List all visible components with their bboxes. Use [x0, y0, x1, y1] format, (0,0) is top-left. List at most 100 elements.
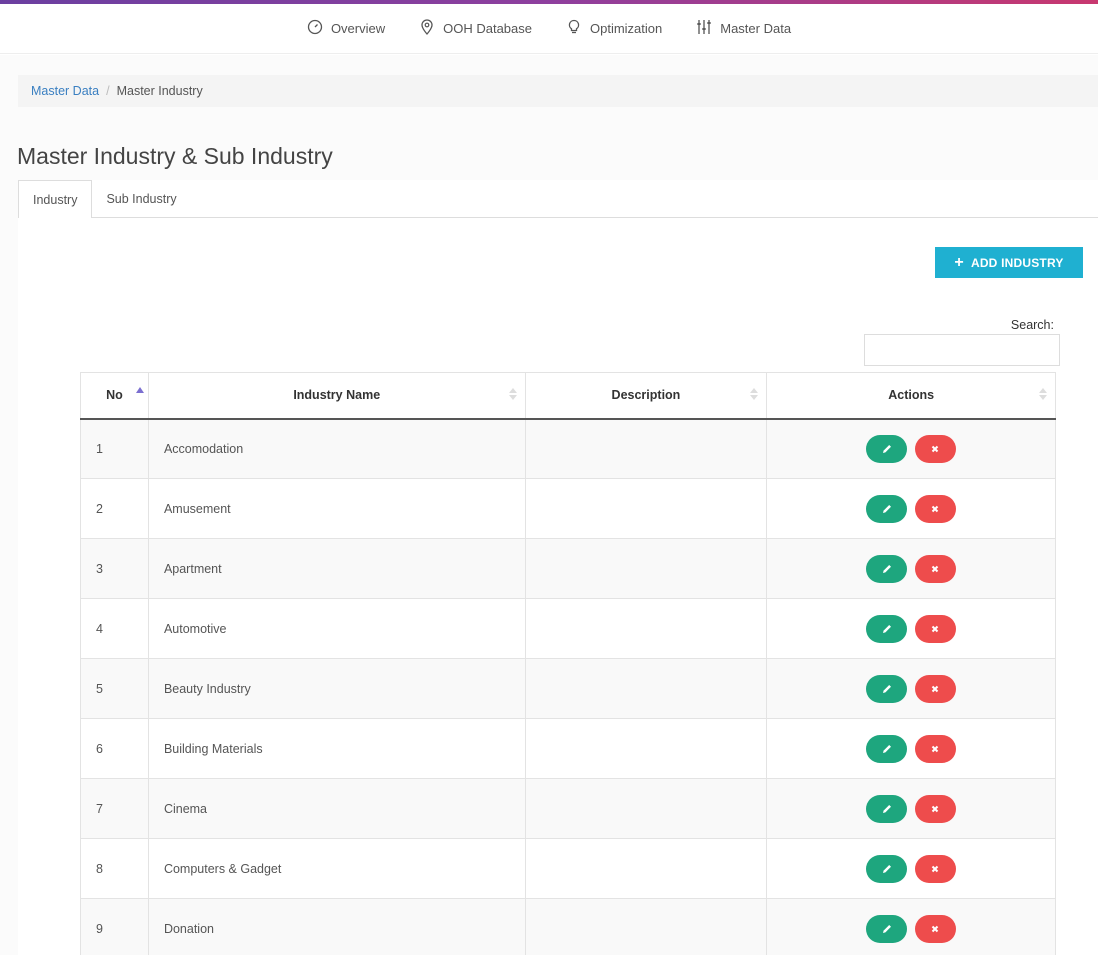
breadcrumb-separator: /: [106, 84, 110, 98]
cell-actions: [766, 718, 1056, 779]
cell-industry-name: Beauty Industry: [147, 658, 526, 719]
sort-icon: [750, 388, 759, 402]
sort-icon: [1039, 388, 1047, 402]
delete-button[interactable]: [914, 794, 956, 823]
nav-item-label: Master Data: [720, 21, 792, 36]
table-body: 1 Accomodation 2 Amusement 3 Apartment 4…: [80, 418, 1056, 955]
edit-button[interactable]: [866, 854, 908, 883]
cell-no: 4: [80, 598, 149, 659]
cell-no: 3: [80, 538, 149, 599]
add-industry-button[interactable]: + ADD INDUSTRY: [935, 247, 1083, 278]
add-industry-label: ADD INDUSTRY: [970, 255, 1064, 270]
pencil-icon: [882, 804, 891, 813]
cell-no: 1: [80, 418, 149, 479]
nav-item-ooh-database[interactable]: OOH Database: [419, 19, 532, 38]
cell-actions: [766, 598, 1056, 659]
table-row: 7 Cinema: [80, 778, 1056, 839]
column-header-industry-name[interactable]: Industry Name: [147, 372, 526, 420]
delete-button[interactable]: [914, 854, 956, 883]
sort-ascending-icon: [135, 387, 144, 393]
nav-item-label: Overview: [330, 21, 386, 36]
nav-item-optimization[interactable]: Optimization: [566, 19, 662, 38]
industry-table: No Industry Name Description Actions 1 A…: [80, 372, 1056, 955]
cell-description: [524, 838, 768, 899]
edit-button[interactable]: [866, 554, 908, 583]
cell-industry-name: Amusement: [147, 478, 526, 539]
sliders-icon: [696, 19, 712, 38]
edit-button[interactable]: [866, 614, 908, 643]
pencil-icon: [882, 924, 891, 933]
column-header-actions[interactable]: Actions: [766, 372, 1056, 420]
table-row: 8 Computers & Gadget: [80, 838, 1056, 899]
delete-button[interactable]: [914, 554, 956, 583]
cell-industry-name: Accomodation: [147, 418, 526, 479]
nav-item-label: OOH Database: [443, 21, 532, 36]
table-row: 6 Building Materials: [80, 718, 1056, 779]
cell-no: 2: [80, 478, 149, 539]
pencil-icon: [882, 624, 891, 633]
breadcrumb-link-master-data[interactable]: Master Data: [31, 84, 99, 98]
tab-industry[interactable]: Industry: [18, 180, 93, 219]
pencil-icon: [882, 564, 891, 573]
cell-description: [524, 778, 768, 839]
cell-actions: [766, 478, 1056, 539]
pencil-icon: [882, 744, 891, 753]
close-icon: [932, 925, 939, 932]
cell-description: [524, 478, 768, 539]
cell-description: [524, 898, 768, 955]
column-header-label: No: [106, 388, 123, 403]
table-row: 2 Amusement: [80, 478, 1056, 539]
delete-button[interactable]: [914, 434, 956, 463]
cell-description: [524, 658, 768, 719]
cell-industry-name: Apartment: [147, 538, 526, 599]
delete-button[interactable]: [914, 674, 956, 703]
cell-industry-name: Automotive: [147, 598, 526, 659]
table-row: 3 Apartment: [80, 538, 1056, 599]
cell-no: 8: [80, 838, 149, 899]
close-icon: [932, 865, 939, 872]
breadcrumb-current: Master Industry: [116, 84, 203, 98]
nav-item-overview[interactable]: Overview: [307, 19, 385, 38]
map-pin-icon: [419, 19, 435, 38]
cell-no: 6: [80, 718, 149, 779]
cell-industry-name: Donation: [147, 898, 526, 955]
column-header-description[interactable]: Description: [524, 372, 768, 420]
edit-button[interactable]: [866, 674, 908, 703]
sort-icon: [508, 388, 517, 402]
table-row: 5 Beauty Industry: [80, 658, 1056, 719]
search-input[interactable]: [864, 334, 1060, 366]
table-header-row: No Industry Name Description Actions: [80, 372, 1056, 420]
pencil-icon: [882, 864, 891, 873]
page-title: Master Industry & Sub Industry: [17, 143, 333, 169]
delete-button[interactable]: [914, 734, 956, 763]
cell-actions: [766, 538, 1056, 599]
column-header-no[interactable]: No: [80, 372, 149, 420]
close-icon: [932, 745, 939, 752]
pencil-icon: [882, 504, 891, 513]
close-icon: [932, 505, 939, 512]
edit-button[interactable]: [866, 794, 908, 823]
edit-button[interactable]: [866, 434, 908, 463]
top-navigation: Overview OOH Database Optimization Maste…: [0, 4, 1098, 54]
close-icon: [932, 445, 939, 452]
pencil-icon: [882, 444, 891, 453]
edit-button[interactable]: [866, 914, 908, 943]
cell-description: [524, 418, 768, 479]
delete-button[interactable]: [914, 914, 956, 943]
close-icon: [932, 685, 939, 692]
table-row: 4 Automotive: [80, 598, 1056, 659]
cell-industry-name: Computers & Gadget: [147, 838, 526, 899]
plus-icon: +: [954, 253, 964, 271]
cell-industry-name: Cinema: [147, 778, 526, 839]
delete-button[interactable]: [914, 614, 956, 643]
close-icon: [932, 805, 939, 812]
edit-button[interactable]: [866, 494, 908, 523]
edit-button[interactable]: [866, 734, 908, 763]
nav-item-master-data[interactable]: Master Data: [696, 19, 791, 38]
delete-button[interactable]: [914, 494, 956, 523]
close-icon: [932, 625, 939, 632]
cell-actions: [766, 838, 1056, 899]
tab-sub-industry[interactable]: Sub Industry: [92, 180, 190, 218]
column-header-label: Industry Name: [293, 388, 381, 403]
dashboard-icon: [307, 19, 323, 38]
